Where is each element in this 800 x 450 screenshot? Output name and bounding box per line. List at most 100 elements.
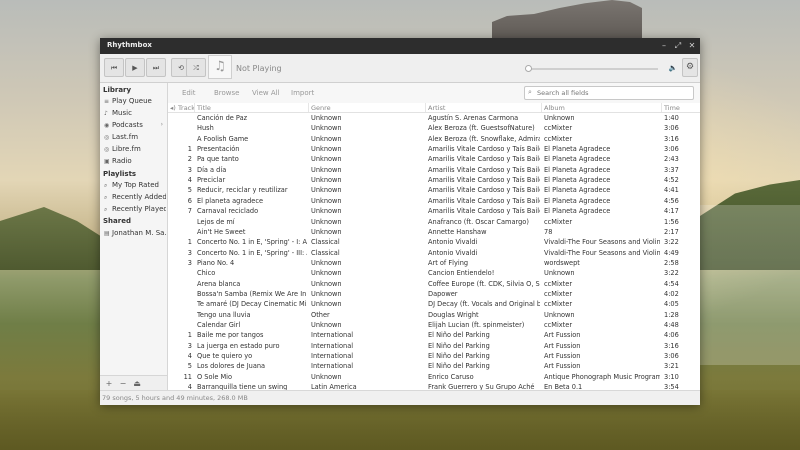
seek-slider[interactable] [525, 65, 658, 72]
search-icon: ⌕ [528, 88, 532, 96]
gear-icon: ⚙ [685, 62, 695, 72]
play-button[interactable]: ▶ [125, 58, 145, 77]
table-row[interactable]: 5 Los dolores de Juana International El Niñ… [168, 361, 700, 371]
table-row[interactable]: Te amaré (DJ Decay Cinematic Mix) Unknown… [168, 299, 700, 309]
title-bar[interactable]: Rhythmbox – ⤢ ✕ [100, 38, 700, 54]
track-artist-cell: Agustín S. Arenas Carmona [428, 114, 519, 122]
import-button[interactable]: Import [291, 89, 314, 97]
track-artist-cell: Dapower [428, 289, 458, 298]
column-header-time[interactable]: Time [664, 104, 680, 112]
track-genre-cell: Unknown [311, 289, 342, 298]
table-row[interactable]: Bossa'n Samba (Remix We Are In Lo... Unkn… [168, 289, 700, 299]
table-row[interactable]: Chico Unknown Cancion Entiendelo! Unknown 3:… [168, 268, 700, 278]
table-row[interactable]: 6 El planeta agradece Unknown Amarilis Vita… [168, 196, 700, 206]
column-header-album[interactable]: Album [544, 104, 565, 112]
table-row[interactable]: Arena blanca Unknown Coffee Europe (ft. CD… [168, 279, 700, 289]
track-artist-cell: Amarilis Vitale Cardoso y Taís Baileiro [428, 176, 540, 185]
track-album-cell: Art Fussion [544, 352, 581, 361]
next-button[interactable]: ⏭ [146, 58, 166, 77]
table-row[interactable]: 1 Baile me por tangos International El Niño… [168, 330, 700, 340]
table-row[interactable]: Calendar Girl Unknown Elijah Lucian (ft. s… [168, 320, 700, 330]
chevron-right-icon[interactable]: › [161, 121, 163, 128]
column-header-track[interactable]: Track [178, 104, 195, 112]
table-row[interactable]: Lejos de mí Unknown Anafranco (ft. Oscar C… [168, 217, 700, 227]
remove-icon[interactable]: − [117, 378, 129, 389]
track-genre-cell: Unknown [311, 176, 342, 185]
sidebar-item-recently-played[interactable]: ⌕ Recently Played [104, 205, 166, 216]
track-time-cell: 1:40 [664, 114, 679, 122]
track-artist-cell: Amarilis Vitale Cardoso y Taís Baileiro [428, 145, 540, 154]
seek-handle[interactable] [525, 65, 532, 72]
player-toolbar: ⏮ ▶ ⏭ ⟲ ⤮ ♫ Not Playing 🔈 ⚙ [100, 54, 700, 83]
track-album-cell: Vivaldi-The Four Seasons and Violin C... [544, 238, 660, 247]
track-time-cell: 3:10 [664, 372, 679, 381]
table-row[interactable]: 3 Piano No. 4 Unknown Art of Flying wordswep… [168, 258, 700, 268]
track-album-cell: Unknown [544, 114, 575, 122]
add-icon[interactable]: + [103, 378, 115, 389]
search-input[interactable] [537, 88, 687, 98]
volume-icon[interactable]: 🔈 [667, 62, 679, 74]
sidebar-item-radio[interactable]: ▣ Radio [104, 157, 166, 168]
table-row[interactable]: 1 Presentación Unknown Amarilis Vitale Card… [168, 144, 700, 154]
browse-button[interactable]: Browse [214, 89, 240, 97]
track-list[interactable]: Canción de Paz Unknown Agustín S. Arenas C… [168, 113, 700, 390]
table-row[interactable]: 4 Barranquilla tiene un swing Latin Americ… [168, 382, 700, 390]
column-header-genre[interactable]: Genre [311, 104, 331, 112]
column-header-artist[interactable]: Artist [428, 104, 445, 112]
table-row[interactable]: 1 Concerto No. 1 in E, 'Spring' - I: Alle… [168, 237, 700, 247]
track-album-cell: Art Fussion [544, 362, 581, 371]
track-track-cell: 3 [187, 165, 192, 174]
track-title-cell: Los dolores de Juana [197, 362, 266, 371]
minimize-icon[interactable]: – [658, 40, 670, 52]
track-artist-cell: El Niño del Parking [428, 341, 490, 350]
track-track-cell: 6 [187, 196, 192, 205]
library-header: Library [103, 86, 132, 94]
table-row[interactable]: 2 Pa que tanto Unknown Amarilis Vitale Card… [168, 154, 700, 164]
sidebar-item-librefm[interactable]: ◎ Libre.fm [104, 145, 166, 156]
table-row[interactable]: 5 Reducir, reciclar y reutilizar Unknown Am… [168, 185, 700, 195]
table-row[interactable]: 11 O Sole Mio Unknown Enrico Caruso Antique … [168, 372, 700, 382]
lastfm-icon: ◎ [104, 134, 110, 141]
table-row[interactable]: A Foolish Game Unknown Alex Beroza (ft. Sn… [168, 134, 700, 144]
track-time-cell: 4:54 [664, 279, 679, 288]
table-row[interactable]: Tengo una lluvia Other Douglas Wright Unkno… [168, 310, 700, 320]
track-time-cell: 1:28 [664, 310, 679, 319]
sidebar-item-my-top-rated[interactable]: ⌕ My Top Rated [104, 181, 166, 192]
track-title-cell: Que te quiero yo [197, 352, 253, 361]
track-artist-cell: Amarilis Vitale Cardoso y Taís Baileiro [428, 196, 540, 205]
table-row[interactable]: Hush Unknown Alex Beroza (ft. GuestsofNatu… [168, 123, 700, 133]
view-all-button[interactable]: View All [252, 89, 280, 97]
table-row[interactable]: Canción de Paz Unknown Agustín S. Arenas C… [168, 113, 700, 123]
sidebar-item-lastfm[interactable]: ◎ Last.fm [104, 133, 166, 144]
track-time-cell: 1:56 [664, 217, 679, 226]
track-artist-cell: Art of Flying [428, 258, 469, 267]
table-row[interactable]: 4 Que te quiero yo International El Niño de… [168, 351, 700, 361]
table-row[interactable]: Ain't He Sweet Unknown Annette Hanshaw 78 2:… [168, 227, 700, 237]
shuffle-button[interactable]: ⤮ [186, 58, 206, 77]
track-title-cell: A Foolish Game [197, 134, 249, 143]
sidebar-item-recently-added[interactable]: ⌕ Recently Added [104, 193, 166, 204]
table-row[interactable]: 3 Día a día Unknown Amarilis Vitale Cardoso… [168, 165, 700, 175]
table-row[interactable]: 3 La juerga en estado puro International El… [168, 341, 700, 351]
close-icon[interactable]: ✕ [686, 40, 698, 52]
sidebar-item-shared-library[interactable]: ▤ Jonathan M. Sa... [104, 229, 166, 240]
track-track-cell: 3 [187, 248, 192, 257]
sidebar-item-music[interactable]: ♪ Music [104, 109, 166, 120]
search-box[interactable]: ⌕ [524, 86, 694, 100]
eject-icon[interactable]: ⏏ [131, 378, 143, 389]
settings-button[interactable]: ⚙ [682, 58, 698, 77]
sidebar-item-play-queue[interactable]: ≡ Play Queue [104, 97, 166, 108]
previous-button[interactable]: ⏮ [104, 58, 124, 77]
column-header-title[interactable]: Title [197, 104, 211, 112]
edit-button[interactable]: Edit [182, 89, 196, 97]
table-row[interactable]: 4 Preciclar Unknown Amarilis Vitale Cardoso… [168, 175, 700, 185]
sidebar-item-podcasts[interactable]: ◉ Podcasts › [104, 121, 166, 132]
maximize-icon[interactable]: ⤢ [672, 40, 684, 52]
track-artist-cell: Alex Beroza (ft. GuestsofNature) [428, 124, 535, 133]
table-row[interactable]: 7 Carnaval reciclado Unknown Amarilis Vital… [168, 206, 700, 216]
table-row[interactable]: 3 Concerto No. 1 in E, 'Spring' - III: Al… [168, 248, 700, 258]
track-genre-cell: Unknown [311, 207, 342, 216]
track-title-cell: La juerga en estado puro [197, 341, 280, 350]
track-genre-cell: Latin America [311, 383, 357, 390]
track-album-cell: Vivaldi-The Four Seasons and Violin C... [544, 248, 660, 257]
